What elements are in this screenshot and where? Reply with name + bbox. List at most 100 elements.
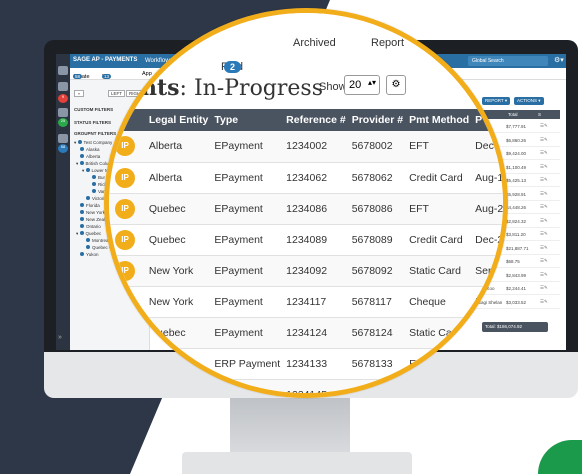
report-button[interactable]: REPORT ▾ (482, 97, 511, 105)
collapse-button[interactable]: « (74, 90, 84, 97)
edit-icon[interactable]: ☰✎ (540, 285, 548, 291)
edit-icon[interactable]: ☰✎ (540, 204, 548, 210)
table-cell: EPayment (208, 193, 281, 225)
actions-button[interactable]: ACTIONS ▾ (514, 97, 544, 105)
dashboard-icon[interactable] (58, 66, 68, 75)
tree-item[interactable]: Ontario (80, 224, 101, 229)
left-button[interactable]: LEFT (108, 90, 126, 97)
tree-item[interactable]: Bur (92, 175, 105, 180)
tab-report[interactable]: Report (371, 37, 404, 49)
column-header[interactable] (109, 109, 143, 131)
table-row[interactable]: IP Quebec EPayment 1234124 5678124 Static Car… (109, 317, 503, 349)
column-header[interactable]: Provider # (345, 109, 404, 131)
in-progress-badge: IP (115, 167, 135, 188)
column-header[interactable]: Legal Entity (142, 109, 209, 131)
magnifier-lens: Paid2 Archived Report ents: In-Progress … (104, 8, 508, 398)
table-row[interactable]: IP New York EPayment 1234092 5678092 Static C… (109, 255, 503, 287)
tab-archived[interactable]: Archived (293, 37, 336, 49)
table-row[interactable]: IP Alberta EPayment 1234002 5678002 EFT Dec (109, 131, 503, 163)
list-icon[interactable] (58, 82, 68, 91)
table-cell: Static Card (403, 255, 470, 287)
table-row[interactable]: IP Quebec EPayment 1234089 5678089 Credit Car… (109, 224, 503, 256)
column-header[interactable]: Pmt Method (403, 109, 470, 131)
monitor-stand-neck (230, 398, 350, 452)
total-cell: $2,843.99 (506, 272, 527, 278)
table-cell: Nov (469, 286, 503, 318)
edit-icon[interactable]: ☰✎ (540, 231, 548, 237)
expand-icon[interactable]: » (58, 334, 68, 343)
gear-icon: ⚙ (391, 79, 401, 90)
settings-gear-button[interactable]: ⚙ (386, 75, 406, 95)
edit-icon[interactable]: ☰✎ (540, 245, 548, 251)
tree-item[interactable]: Yukon (80, 252, 99, 257)
table-cell: Alberta (142, 162, 209, 194)
table-cell: EPayment (208, 317, 281, 349)
table-cell: Aug-1 (469, 162, 503, 194)
total-cell: $2,244.41 (506, 286, 527, 291)
table-row[interactable]: IP Alberta EPayment 1234062 5678062 Credit Ca… (109, 162, 503, 194)
tree-item[interactable]: Montreal (86, 238, 110, 243)
table-cell: ERP Payment (208, 348, 281, 380)
in-progress-badge: IP (115, 291, 135, 312)
edit-icon[interactable]: ☰✎ (540, 164, 548, 170)
table-cell: EFT (403, 193, 470, 225)
page-title: ents: In-Progress (127, 75, 324, 101)
tree-item[interactable]: Alberta (80, 154, 100, 159)
edit-icon[interactable]: ☰✎ (540, 218, 548, 224)
rail-badge-red: 9 (58, 94, 68, 103)
gear-icon[interactable]: ⚙▾ (554, 56, 564, 64)
monitor-stand-base (182, 452, 412, 474)
table-cell: New York (142, 286, 209, 318)
in-progress-badge: IP (115, 198, 135, 219)
total-cell: $3,811.20 (506, 232, 526, 237)
table-cell: 5678133 (345, 348, 404, 380)
icon-rail: 9 25 58 » (56, 54, 70, 350)
edit-icon[interactable]: ☰✎ (540, 258, 548, 264)
table-cell: Quebec (142, 224, 209, 256)
card-icon[interactable] (58, 134, 68, 143)
tree-item[interactable]: Alaska (80, 147, 100, 152)
table-cell: 1234092 (280, 255, 346, 287)
payments-table: Legal Entity Type Reference # Provider # Pmt… (109, 109, 503, 393)
edit-icon[interactable]: ☰✎ (540, 177, 548, 183)
edit-icon[interactable]: ☰✎ (540, 150, 548, 156)
column-header[interactable]: P (469, 109, 503, 131)
edit-icon[interactable]: ☰✎ (540, 123, 548, 129)
table-cell: Aug-25 (469, 193, 503, 225)
table-cell: EFT (403, 348, 470, 380)
table-cell: Quebec (142, 193, 209, 225)
tree-item[interactable]: ▾ Lower M (82, 168, 109, 174)
table-cell: EPayment (208, 224, 281, 256)
table-row[interactable]: IP Quebec EPayment 1234086 5678086 EFT Aug-25 (109, 193, 503, 225)
table-cell: Dec (469, 131, 503, 163)
table-cell: EPayment (208, 162, 281, 194)
total-cell: $2,824.32 (506, 218, 527, 224)
table-cell: 5678062 (345, 162, 404, 194)
table-cell: 5678086 (345, 193, 404, 225)
table-cell: 1234062 (280, 162, 346, 194)
page-size-select[interactable]: 20 ▴▾ (344, 75, 380, 95)
tree-item[interactable]: ▾ Quebec (76, 231, 101, 237)
table-cell: 1234089 (280, 224, 346, 256)
edit-icon[interactable]: ☰✎ (540, 137, 548, 143)
tree-item[interactable]: Florida (80, 203, 100, 208)
total-cell: $5,425.13 (506, 178, 527, 183)
total-cell: $68.75 (506, 259, 520, 264)
edit-icon[interactable]: ☰✎ (540, 299, 548, 305)
table-cell: Quebec (142, 317, 209, 349)
tree-item[interactable]: ▾ Test Company (74, 140, 112, 146)
column-header[interactable]: Type (208, 109, 281, 131)
document-icon[interactable] (58, 108, 68, 117)
table-row[interactable]: Ontario ERP Payment 1234133 5678133 EFT (109, 348, 503, 380)
magnified-tabs: Paid2 Archived Report (109, 13, 503, 73)
edit-icon[interactable]: ☰✎ (540, 272, 548, 278)
edit-icon[interactable]: ☰✎ (540, 191, 548, 197)
tree-item[interactable]: New York (80, 210, 105, 215)
in-progress-badge: IP (115, 229, 135, 250)
table-cell: 5678089 (345, 224, 404, 256)
table-cell: 1234002 (280, 131, 346, 163)
column-header[interactable]: Reference # (280, 109, 346, 131)
rail-badge-blue: 58 (58, 144, 68, 153)
table-cell: 1234133 (280, 348, 346, 380)
table-row[interactable]: IP New York EPayment 1234117 5678117 Cheque No… (109, 286, 503, 318)
